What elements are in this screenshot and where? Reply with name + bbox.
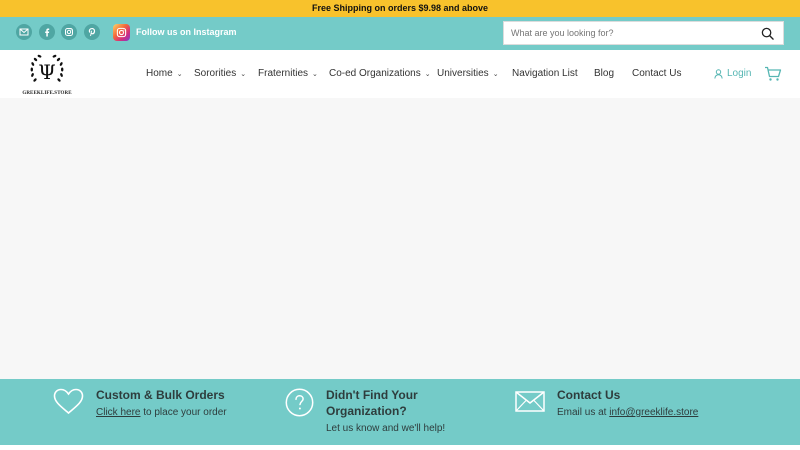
page-bottom-strip xyxy=(0,445,800,450)
login-label: Login xyxy=(727,68,752,79)
facebook-icon[interactable] xyxy=(39,24,55,40)
site-logo[interactable]: Ψ GREEKLIFE.STORE xyxy=(22,53,72,97)
logo-wordmark: GREEKLIFE.STORE xyxy=(22,91,72,96)
bulk-orders-text: Click here to place your order xyxy=(96,407,227,418)
nav-item-contact-us[interactable]: Contact Us xyxy=(632,68,681,79)
logo-symbol: Ψ xyxy=(38,60,56,84)
nav-label: Navigation List xyxy=(512,68,578,79)
site-header: Ψ GREEKLIFE.STORE Home ⌄ Sororities ⌄ Frat… xyxy=(0,50,800,98)
nav-label: Blog xyxy=(594,68,615,79)
instagram-badge-icon[interactable] xyxy=(113,24,130,41)
announcement-text: Free Shipping on orders $9.98 and above xyxy=(311,3,489,13)
bulk-orders-suffix: to place your order xyxy=(140,407,227,418)
instagram-icon[interactable] xyxy=(61,24,77,40)
main-content-area xyxy=(0,98,800,379)
contact-text: Email us at info@greeklife.store xyxy=(557,407,698,418)
question-circle-icon xyxy=(285,388,314,417)
contact-prefix: Email us at xyxy=(557,407,610,418)
top-bar: Follow us on Instagram xyxy=(0,17,800,50)
instagram-follow-link[interactable]: Follow us on Instagram xyxy=(136,27,237,37)
bulk-orders-title: Custom & Bulk Orders xyxy=(96,388,225,402)
contact-title: Contact Us xyxy=(557,388,621,402)
nav-item-fraternities[interactable]: Fraternities ⌄ xyxy=(258,68,318,79)
user-icon xyxy=(714,68,723,79)
nav-label: Universities xyxy=(437,68,489,79)
heart-icon xyxy=(53,388,84,415)
nav-item-home[interactable]: Home ⌄ xyxy=(146,68,183,79)
nav-item-blog[interactable]: Blog xyxy=(594,68,614,79)
footer-features-band: Custom & Bulk Orders Click here to place… xyxy=(0,379,800,445)
nav-label: Co-ed Organizations xyxy=(329,68,421,79)
nav-label: Sororities xyxy=(194,68,237,79)
search-box xyxy=(503,21,784,45)
search-icon xyxy=(761,27,774,40)
nav-item-sororities[interactable]: Sororities ⌄ xyxy=(194,68,246,79)
nav-item-universities[interactable]: Universities ⌄ xyxy=(437,68,499,79)
announcement-bar: Free Shipping on orders $9.98 and above xyxy=(0,0,800,17)
pinterest-icon[interactable] xyxy=(84,24,100,40)
chevron-down-icon: ⌄ xyxy=(176,70,183,78)
chevron-down-icon: ⌄ xyxy=(240,70,247,78)
chevron-down-icon: ⌄ xyxy=(492,70,499,78)
cart-button[interactable] xyxy=(764,66,782,87)
contact-email-link[interactable]: info@greeklife.store xyxy=(609,407,698,418)
login-link[interactable]: Login xyxy=(714,68,751,79)
search-input[interactable] xyxy=(504,22,752,44)
find-organization-title-line2: Organization? xyxy=(326,404,407,418)
search-button[interactable] xyxy=(751,22,783,44)
cart-icon xyxy=(765,66,782,81)
nav-item-coed-organizations[interactable]: Co-ed Organizations ⌄ xyxy=(329,68,431,79)
nav-label: Contact Us xyxy=(632,68,682,79)
nav-label: Fraternities xyxy=(258,68,309,79)
chevron-down-icon: ⌄ xyxy=(312,70,318,78)
email-icon[interactable] xyxy=(16,24,32,40)
nav-item-navigation-list[interactable]: Navigation List xyxy=(512,68,578,79)
find-organization-text: Let us know and we'll help! xyxy=(326,423,446,434)
envelope-icon xyxy=(515,391,545,412)
bulk-orders-link[interactable]: Click here xyxy=(96,407,140,418)
laurel-wreath-icon: Ψ xyxy=(30,54,64,84)
chevron-down-icon: ⌄ xyxy=(424,70,431,78)
find-organization-title-line1: Didn't Find Your xyxy=(326,388,418,402)
nav-label: Home xyxy=(146,68,173,79)
